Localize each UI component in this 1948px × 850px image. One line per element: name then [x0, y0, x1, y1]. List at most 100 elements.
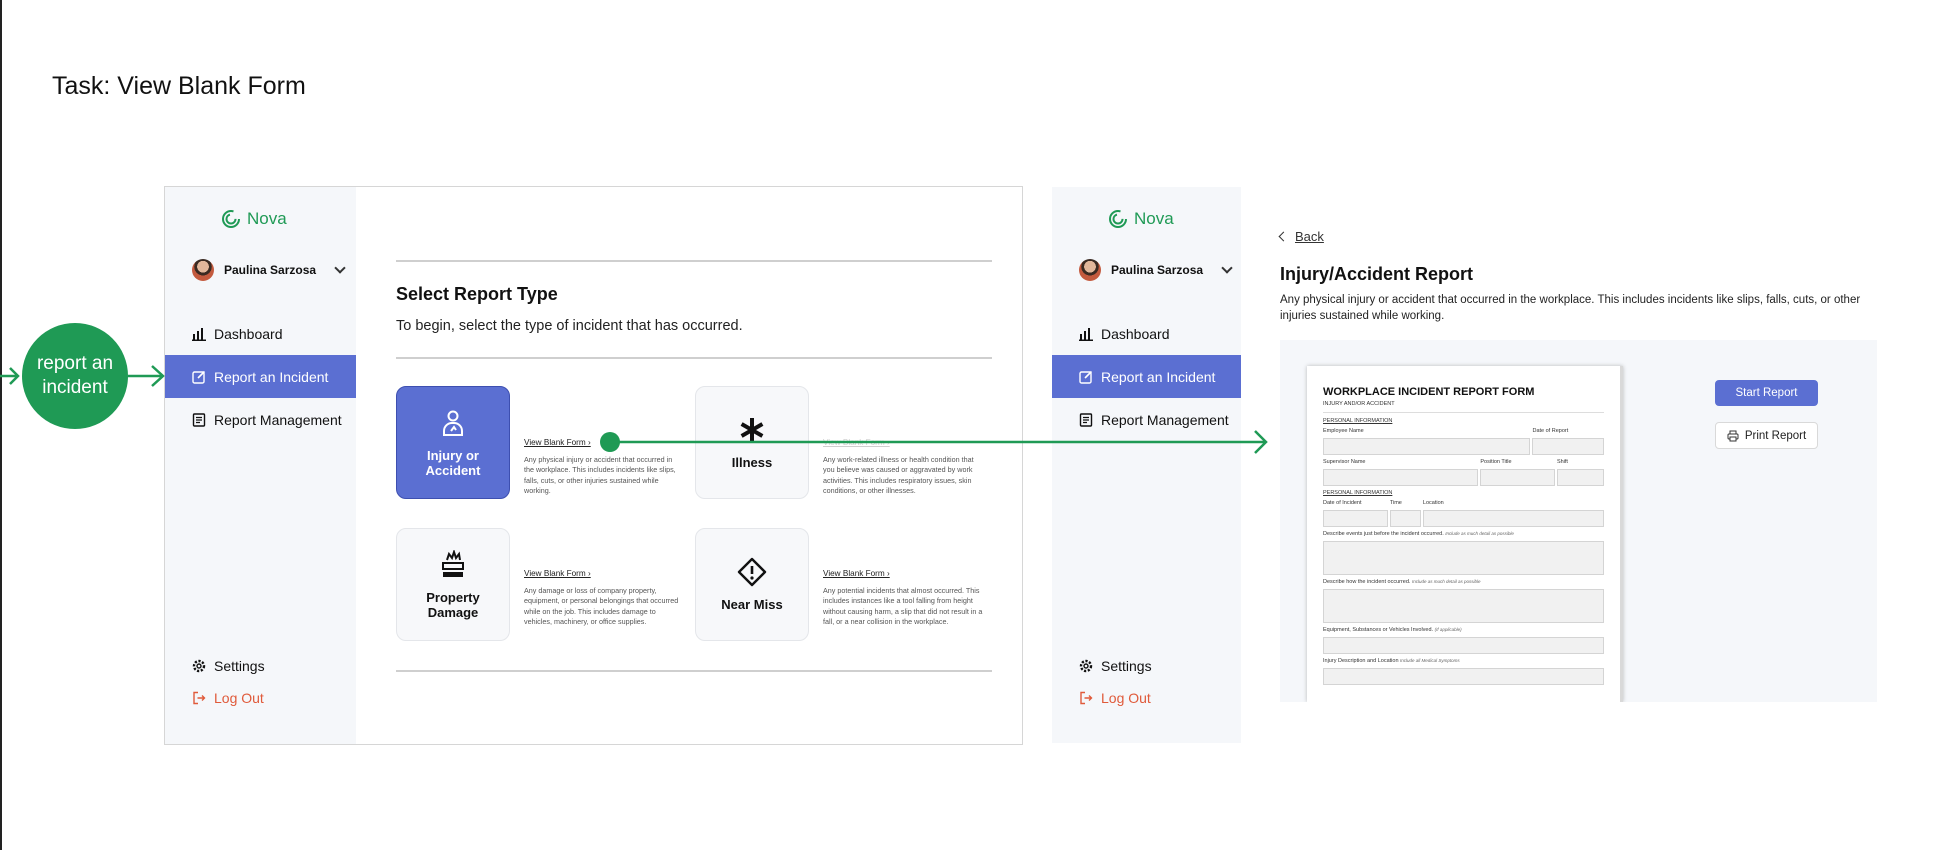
time-field[interactable] — [1389, 510, 1421, 527]
flow-arrow-into-bubble — [0, 367, 20, 385]
logout-icon — [193, 691, 206, 704]
report-type-card-near-miss[interactable]: Near Miss — [695, 528, 809, 641]
card-description-text: Any work-related illness or health condi… — [823, 454, 974, 496]
flow-arrow-to-report-incident — [128, 365, 165, 387]
sidebar-item-label: Report Management — [1101, 411, 1229, 428]
bar-chart-icon — [1079, 327, 1093, 341]
nova-logo-icon — [1109, 210, 1127, 228]
field-label: Date of Incident — [1323, 500, 1362, 506]
field-label: Time — [1389, 500, 1402, 506]
print-report-label: Print Report — [1744, 429, 1807, 442]
field-hint: Include as much detail as possible — [1411, 579, 1481, 584]
sidebar-item-report-incident[interactable]: Report an Incident — [165, 355, 356, 398]
view-blank-form-link[interactable]: View Blank Form › — [823, 569, 983, 580]
annotation-text: report an — [36, 353, 114, 374]
view-blank-form-link[interactable]: View Blank Form › — [524, 569, 684, 580]
warning-diamond-icon — [737, 557, 767, 587]
gear-icon — [192, 659, 206, 672]
card-label: Accident — [425, 462, 481, 478]
logout-icon — [1080, 691, 1093, 704]
report-type-card-property[interactable]: Property Damage — [396, 528, 510, 641]
print-report-button[interactable]: Print Report — [1715, 422, 1818, 449]
card-label: Near Miss — [721, 597, 783, 612]
user-menu[interactable]: Paulina Sarzosa — [192, 259, 346, 281]
field-label: Position Title — [1480, 459, 1512, 465]
start-report-button[interactable]: Start Report — [1715, 380, 1818, 406]
field-label: Describe how the incident occurred. Incl… — [1323, 579, 1604, 587]
annotation-text: incident — [42, 377, 108, 398]
equipment-field[interactable] — [1323, 637, 1604, 654]
form-section-heading: PERSONAL INFORMATION — [1323, 490, 1393, 496]
damage-icon — [442, 549, 464, 577]
form-subtitle: INJURY AND/OR ACCIDENT — [1323, 401, 1395, 407]
page-subtitle: To begin, select the type of incident th… — [396, 318, 743, 334]
sidebar: Nova Paulina Sarzosa Dashboard Report an… — [165, 187, 356, 744]
printer-icon — [1727, 430, 1739, 441]
main-content: Select Report Type To begin, select the … — [356, 187, 1022, 744]
form-section-heading: PERSONAL INFORMATION — [1323, 418, 1393, 424]
sidebar-item-report-incident[interactable]: Report an Incident — [1052, 355, 1241, 398]
form-preview-panel: WORKPLACE INCIDENT REPORT FORM INJURY AN… — [1280, 340, 1877, 702]
divider — [1323, 412, 1604, 413]
position-title-field[interactable] — [1480, 469, 1555, 486]
employee-name-field[interactable] — [1323, 438, 1531, 455]
select-report-screen: Nova Paulina Sarzosa Dashboard Report an… — [164, 186, 1023, 745]
date-of-report-field[interactable] — [1532, 438, 1604, 455]
location-field[interactable] — [1422, 510, 1604, 527]
divider — [396, 670, 992, 672]
card-label: Illness — [731, 455, 773, 470]
blank-form-preview[interactable]: WORKPLACE INCIDENT REPORT FORM INJURY AN… — [1307, 366, 1623, 702]
edit-icon — [192, 370, 206, 384]
task-title: Task: View Blank Form — [52, 72, 306, 100]
sidebar-item-dashboard[interactable]: Dashboard — [1052, 312, 1241, 355]
avatar — [192, 259, 214, 281]
sidebar-item-report-management[interactable]: Report Management — [1052, 398, 1241, 441]
events-before-field[interactable] — [1323, 541, 1604, 575]
field-label: Equipment, Substances or Vehicles Involv… — [1323, 627, 1604, 635]
report-type-card-illness[interactable]: Illness — [695, 386, 809, 499]
report-type-card-injury[interactable]: Injury or Accident — [396, 386, 510, 499]
field-label: Date of Report — [1532, 428, 1569, 434]
shift-field[interactable] — [1556, 469, 1604, 486]
field-label: Shift — [1556, 459, 1568, 465]
user-menu[interactable]: Paulina Sarzosa — [1079, 259, 1233, 281]
sidebar-item-label: Report an Incident — [1101, 368, 1216, 385]
sidebar-item-label: Dashboard — [1101, 325, 1170, 342]
document-list-icon — [1079, 412, 1093, 427]
avatar — [1079, 259, 1101, 281]
sidebar-item-report-management[interactable]: Report Management — [165, 398, 356, 441]
field-label-text: Equipment, Substances or Vehicles Involv… — [1323, 627, 1434, 633]
supervisor-name-field[interactable] — [1323, 469, 1479, 486]
how-occurred-field[interactable] — [1323, 589, 1604, 623]
field-hint: Include as much detail as possible — [1445, 531, 1514, 536]
field-label-text: Describe how the incident occurred. — [1323, 579, 1411, 585]
report-description: Any physical injury or accident that occ… — [1280, 294, 1861, 322]
chevron-left-icon — [1278, 231, 1289, 242]
page-left-rule — [0, 0, 2, 850]
sidebar-item-label: Log Out — [214, 689, 264, 706]
back-link[interactable]: Back — [1278, 229, 1324, 244]
chevron-down-icon — [1221, 262, 1233, 274]
sidebar-item-logout[interactable]: Log Out — [1052, 676, 1241, 719]
view-blank-form-link[interactable]: View Blank Form › — [823, 438, 983, 449]
sidebar-item-logout[interactable]: Log Out — [165, 676, 356, 719]
sidebar-item-label: Settings — [1101, 657, 1152, 674]
sidebar-item-label: Dashboard — [214, 325, 283, 342]
sidebar-item-label: Settings — [214, 657, 265, 674]
divider — [396, 357, 992, 359]
asterisk-icon — [740, 418, 764, 442]
sidebar-item-dashboard[interactable]: Dashboard — [165, 312, 356, 355]
sidebar-item-label: Log Out — [1101, 689, 1151, 706]
view-blank-form-link[interactable]: View Blank Form › — [524, 438, 684, 449]
date-of-incident-field[interactable] — [1323, 510, 1388, 527]
app-name: Nova — [247, 209, 287, 228]
card-description-text: Any potential incidents that almost occu… — [823, 585, 983, 627]
report-screen-sidebar: Nova Paulina Sarzosa Dashboard Report an… — [1052, 187, 1241, 743]
card-label: Property — [426, 589, 480, 605]
edit-icon — [1079, 370, 1093, 384]
divider — [396, 260, 992, 262]
card-description-illness: View Blank Form › Any work-related illne… — [823, 438, 983, 497]
app-logo[interactable]: Nova — [221, 209, 287, 229]
app-logo[interactable]: Nova — [1108, 209, 1174, 229]
injury-description-field[interactable] — [1323, 668, 1604, 685]
